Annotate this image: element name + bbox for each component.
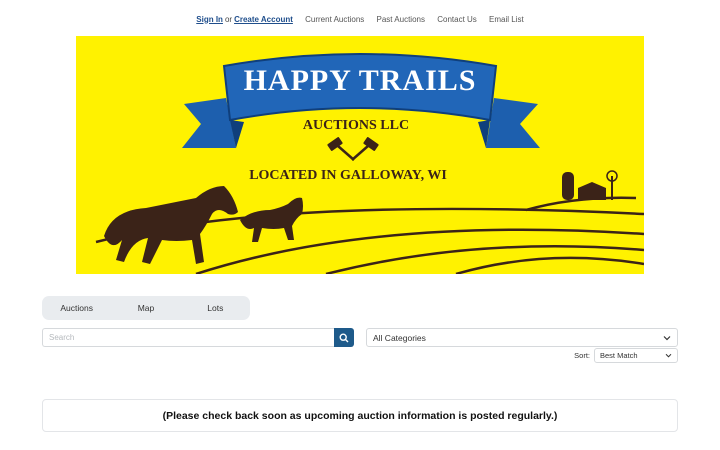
nav-past-auctions[interactable]: Past Auctions [377, 15, 425, 24]
sort-selected: Best Match [600, 351, 638, 360]
top-navigation: Sign In or Create Account Current Auctions… [0, 14, 720, 24]
banner-subtitle: AUCTIONS LLC [303, 118, 409, 133]
gavel-icon [327, 137, 379, 161]
category-dropdown[interactable]: All Categories [366, 328, 678, 347]
search-button[interactable] [334, 328, 354, 347]
tab-auctions[interactable]: Auctions [42, 296, 111, 320]
notice-text: (Please check back soon as upcoming auct… [162, 409, 558, 422]
category-selected: All Categories [373, 332, 426, 343]
sign-in-link[interactable]: Sign In [196, 15, 223, 24]
chevron-down-icon [663, 335, 671, 340]
view-tabs: Auctions Map Lots [42, 296, 250, 320]
tab-map[interactable]: Map [111, 296, 180, 320]
farm-silhouette [562, 170, 618, 200]
nav-contact-us[interactable]: Contact Us [437, 15, 477, 24]
ribbon-right-tail [486, 98, 540, 148]
sort-control: Sort: Best Match [574, 348, 678, 363]
chevron-down-icon [665, 353, 672, 358]
sort-label: Sort: [574, 351, 590, 360]
banner-artwork: HAPPY TRAILS AUCTIONS LLC LOCATED IN GAL… [95, 53, 644, 274]
search-bar [42, 328, 354, 347]
nav-email-list[interactable]: Email List [489, 15, 524, 24]
tab-lots[interactable]: Lots [181, 296, 250, 320]
sort-dropdown[interactable]: Best Match [594, 348, 678, 363]
search-icon [339, 332, 349, 342]
banner-logo: HAPPY TRAILS AUCTIONS LLC LOCATED IN GAL… [76, 36, 644, 274]
nav-current-auctions[interactable]: Current Auctions [305, 15, 364, 24]
search-input[interactable] [42, 328, 334, 347]
nav-links: Current Auctions Past Auctions Contact U… [295, 14, 524, 24]
auth-links: Sign In or Create Account [196, 14, 293, 24]
notice-message: (Please check back soon as upcoming auct… [42, 399, 678, 432]
banner-title: HAPPY TRAILS [244, 64, 477, 97]
create-account-link[interactable]: Create Account [234, 15, 293, 24]
or-text: or [224, 14, 233, 24]
banner-location: LOCATED IN GALLOWAY, WI [249, 168, 447, 183]
